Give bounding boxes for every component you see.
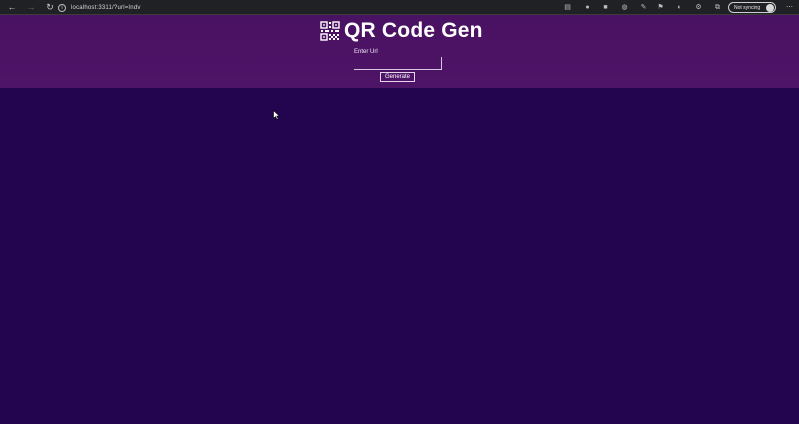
pen-extension-icon[interactable]: ✎ — [639, 3, 648, 12]
extensions-icon[interactable]: ⚙ — [694, 3, 703, 12]
avatar — [766, 4, 774, 12]
back-button[interactable]: ← — [5, 0, 19, 14]
address-url: localhost:3311/?url=Indv — [71, 4, 141, 11]
main-content — [0, 88, 799, 424]
more-menu-icon[interactable]: ⋯ — [786, 3, 793, 11]
extension-icon[interactable]: ◍ — [620, 3, 629, 12]
browser-toolbar: ← → ↻ i localhost:3311/?url=Indv ▤ ● ■ ◍… — [0, 0, 799, 15]
qr-code-icon — [320, 21, 340, 41]
mouse-cursor-icon — [273, 110, 281, 120]
address-bar[interactable]: i localhost:3311/?url=Indv — [58, 2, 558, 13]
reload-button[interactable]: ↻ — [43, 0, 57, 14]
profile-button[interactable]: Not syncing — [728, 2, 776, 13]
extension-icon[interactable]: ◐ — [675, 3, 684, 12]
brand: QR Code Gen — [320, 19, 483, 43]
collections-icon[interactable]: ⧉ — [713, 3, 722, 12]
read-aloud-icon[interactable]: ▤ — [563, 3, 572, 12]
app-header: QR Code Gen Enter Url Generate — [0, 15, 799, 88]
site-info-icon[interactable]: i — [58, 3, 66, 12]
page-title: QR Code Gen — [344, 19, 483, 42]
generate-button[interactable]: Generate — [380, 72, 415, 82]
extension-icon[interactable]: ■ — [601, 3, 610, 12]
url-label: Enter Url — [354, 49, 378, 55]
extension-icon[interactable]: ● — [583, 3, 592, 12]
profile-label: Not syncing — [734, 4, 761, 11]
forward-button[interactable]: → — [24, 0, 38, 14]
url-input[interactable] — [354, 57, 442, 70]
extension-icon[interactable]: ⚑ — [656, 3, 665, 12]
